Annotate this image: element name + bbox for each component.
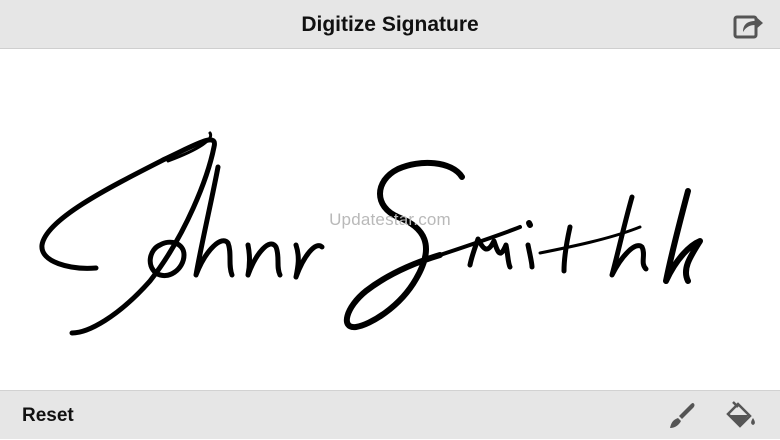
paint-bucket-icon <box>726 401 755 428</box>
brush-icon <box>670 403 695 428</box>
page-title: Digitize Signature <box>301 13 479 36</box>
bottom-toolbar: Reset <box>0 390 780 439</box>
top-bar: Digitize Signature <box>0 0 780 49</box>
signature-canvas[interactable]: Updatestar.com <box>0 49 780 390</box>
paint-bucket-button[interactable] <box>724 400 758 432</box>
share-icon <box>733 15 763 39</box>
watermark: Updatestar.com <box>329 210 451 229</box>
reset-button[interactable]: Reset <box>22 391 74 440</box>
brush-button[interactable] <box>666 400 698 432</box>
share-button[interactable] <box>732 10 766 40</box>
